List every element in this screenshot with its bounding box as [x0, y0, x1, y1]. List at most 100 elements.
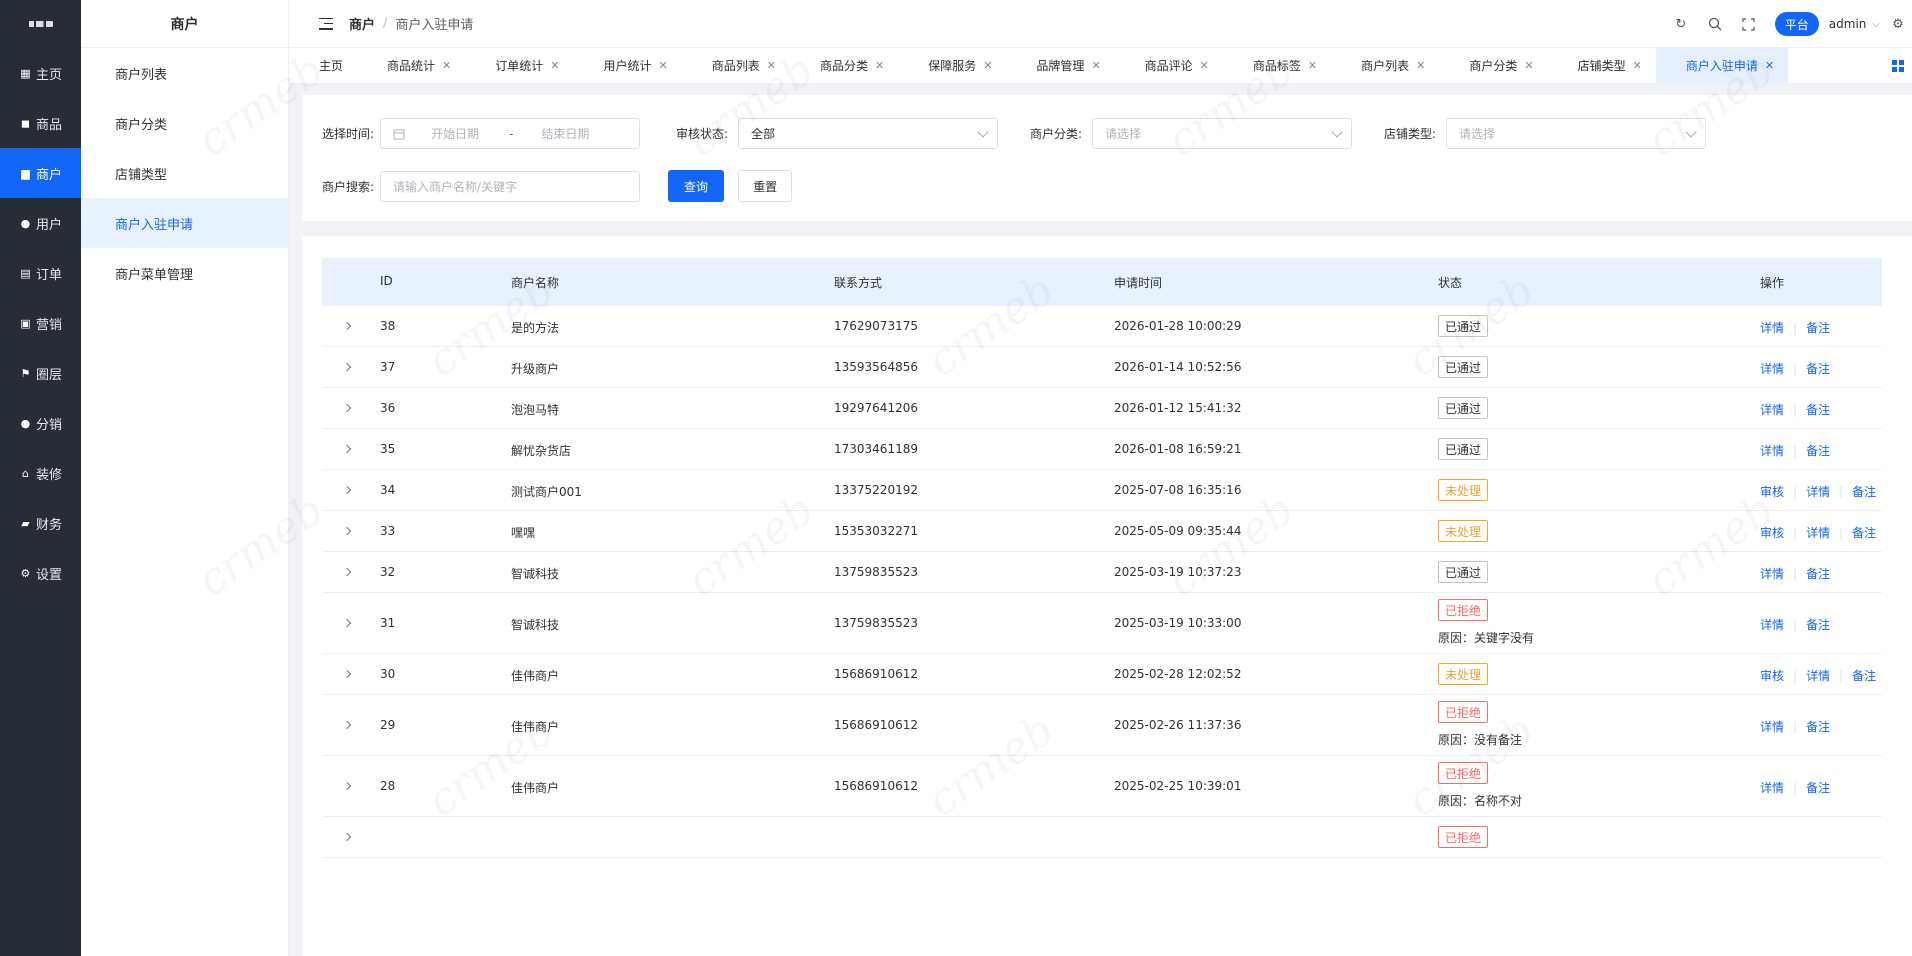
tab[interactable]: 主页 [289, 47, 357, 83]
expand-row-icon[interactable] [342, 618, 352, 628]
action-link[interactable]: 备注 [1806, 779, 1830, 796]
close-icon[interactable]: ✕ [1091, 59, 1100, 72]
expand-row-icon[interactable] [342, 567, 352, 577]
status-badge: 已通过 [1438, 397, 1489, 419]
action-link[interactable]: 详情 [1760, 319, 1784, 336]
expand-row-icon[interactable] [342, 781, 352, 791]
user-menu[interactable]: admin [1829, 17, 1867, 31]
close-icon[interactable]: ✕ [1308, 59, 1317, 72]
tab[interactable]: 商户列表 ✕ [1331, 47, 1439, 83]
tab[interactable]: 商品列表 ✕ [682, 47, 790, 83]
action-link[interactable]: 审核 [1760, 667, 1784, 684]
nav-item[interactable]: ◼ 商品 [0, 98, 81, 148]
tab[interactable]: 商户入驻申请 ✕ [1655, 47, 1789, 83]
close-icon[interactable]: ✕ [1200, 59, 1209, 72]
tabs-menu-icon[interactable] [1892, 60, 1904, 72]
search-icon[interactable] [1707, 16, 1723, 32]
close-icon[interactable]: ✕ [1416, 59, 1425, 72]
action-link[interactable]: 备注 [1852, 483, 1876, 500]
tab[interactable]: 商品统计 ✕ [357, 47, 465, 83]
expand-row-icon[interactable] [342, 526, 352, 536]
subnav-item[interactable]: 商户列表 [81, 48, 288, 98]
action-link[interactable]: 详情 [1760, 360, 1784, 377]
menu-toggle-icon[interactable] [319, 17, 333, 30]
tab[interactable]: 商品标签 ✕ [1223, 47, 1331, 83]
fullscreen-icon[interactable] [1741, 16, 1757, 32]
nav-item[interactable]: ▦ 主页 [0, 48, 81, 98]
subnav-item[interactable]: 商户入驻申请 [81, 198, 288, 248]
platform-button[interactable]: 平台 [1774, 12, 1819, 36]
subnav-item[interactable]: 商户菜单管理 [81, 248, 288, 298]
logo[interactable] [0, 0, 81, 48]
tab[interactable]: 店铺类型 ✕ [1548, 47, 1656, 83]
tab[interactable]: 品牌管理 ✕ [1006, 47, 1114, 83]
tab[interactable]: 商品评论 ✕ [1115, 47, 1223, 83]
action-link[interactable]: 详情 [1760, 401, 1784, 418]
chevron-down-icon[interactable]: ⌵ [1872, 19, 1880, 30]
nav-item[interactable]: ▣ 营销 [0, 298, 81, 348]
action-link[interactable]: 详情 [1806, 524, 1830, 541]
category-select[interactable]: 请选择 [1092, 118, 1353, 149]
reset-button[interactable]: 重置 [738, 170, 793, 202]
action-link[interactable]: 备注 [1806, 616, 1830, 633]
expand-row-icon[interactable] [342, 362, 352, 372]
expand-row-icon[interactable] [342, 403, 352, 413]
nav-item[interactable]: ▆ 商户 [0, 148, 81, 198]
date-range-picker[interactable]: 开始日期 - 结束日期 [380, 118, 641, 149]
tab[interactable]: 商品分类 ✕ [790, 47, 898, 83]
action-link[interactable]: 备注 [1806, 442, 1830, 459]
expand-row-icon[interactable] [342, 321, 352, 331]
action-link[interactable]: 审核 [1760, 524, 1784, 541]
nav-item[interactable]: ⚑ 圈层 [0, 348, 81, 398]
nav-item[interactable]: ▤ 订单 [0, 248, 81, 298]
nav-item[interactable]: ▰ 财务 [0, 498, 81, 548]
nav-item[interactable]: ● 分销 [0, 398, 81, 448]
action-link[interactable]: 详情 [1806, 483, 1830, 500]
action-link[interactable]: 审核 [1760, 483, 1784, 500]
expand-row-icon[interactable] [342, 832, 352, 842]
action-link[interactable]: 详情 [1760, 442, 1784, 459]
tab[interactable]: 用户统计 ✕ [573, 47, 681, 83]
query-button[interactable]: 查询 [668, 170, 725, 202]
action-link[interactable]: 备注 [1806, 319, 1830, 336]
search-placeholder: 请输入商户名称/关键字 [393, 179, 518, 194]
action-link[interactable]: 备注 [1806, 565, 1830, 582]
refresh-icon[interactable]: ↻ [1673, 16, 1689, 32]
store-type-select[interactable]: 请选择 [1446, 118, 1707, 149]
status-select[interactable]: 全部 [738, 118, 999, 149]
subnav-item[interactable]: 商户分类 [81, 98, 288, 148]
gear-icon[interactable]: ⚙ [1890, 16, 1906, 32]
action-link[interactable]: 详情 [1760, 779, 1784, 796]
action-link[interactable]: 详情 [1760, 616, 1784, 633]
expand-row-icon[interactable] [342, 720, 352, 730]
subnav-item[interactable]: 店铺类型 [81, 148, 288, 198]
tab[interactable]: 保障服务 ✕ [898, 47, 1006, 83]
close-icon[interactable]: ✕ [1633, 59, 1642, 72]
close-icon[interactable]: ✕ [1765, 59, 1774, 72]
close-icon[interactable]: ✕ [1524, 59, 1533, 72]
action-link[interactable]: 备注 [1852, 524, 1876, 541]
action-link[interactable]: 备注 [1806, 718, 1830, 735]
action-link[interactable]: 详情 [1806, 667, 1830, 684]
close-icon[interactable]: ✕ [442, 59, 451, 72]
close-icon[interactable]: ✕ [875, 59, 884, 72]
close-icon[interactable]: ✕ [659, 59, 668, 72]
close-icon[interactable]: ✕ [550, 59, 559, 72]
action-link[interactable]: 备注 [1806, 360, 1830, 377]
action-link[interactable]: 备注 [1852, 667, 1876, 684]
nav-item[interactable]: ⚙ 设置 [0, 548, 81, 598]
tab[interactable]: 订单统计 ✕ [465, 47, 573, 83]
tab[interactable]: 商户分类 ✕ [1439, 47, 1547, 83]
expand-row-icon[interactable] [342, 444, 352, 454]
close-icon[interactable]: ✕ [767, 59, 776, 72]
nav-item[interactable]: ● 用户 [0, 198, 81, 248]
close-icon[interactable]: ✕ [983, 59, 992, 72]
action-link[interactable]: 详情 [1760, 565, 1784, 582]
search-input[interactable]: 请输入商户名称/关键字 [380, 170, 641, 202]
breadcrumb-parent[interactable]: 商户 [349, 14, 375, 33]
action-link[interactable]: 备注 [1806, 401, 1830, 418]
action-link[interactable]: 详情 [1760, 718, 1784, 735]
nav-item[interactable]: ⌂ 装修 [0, 448, 81, 498]
expand-row-icon[interactable] [342, 669, 352, 679]
expand-row-icon[interactable] [342, 485, 352, 495]
